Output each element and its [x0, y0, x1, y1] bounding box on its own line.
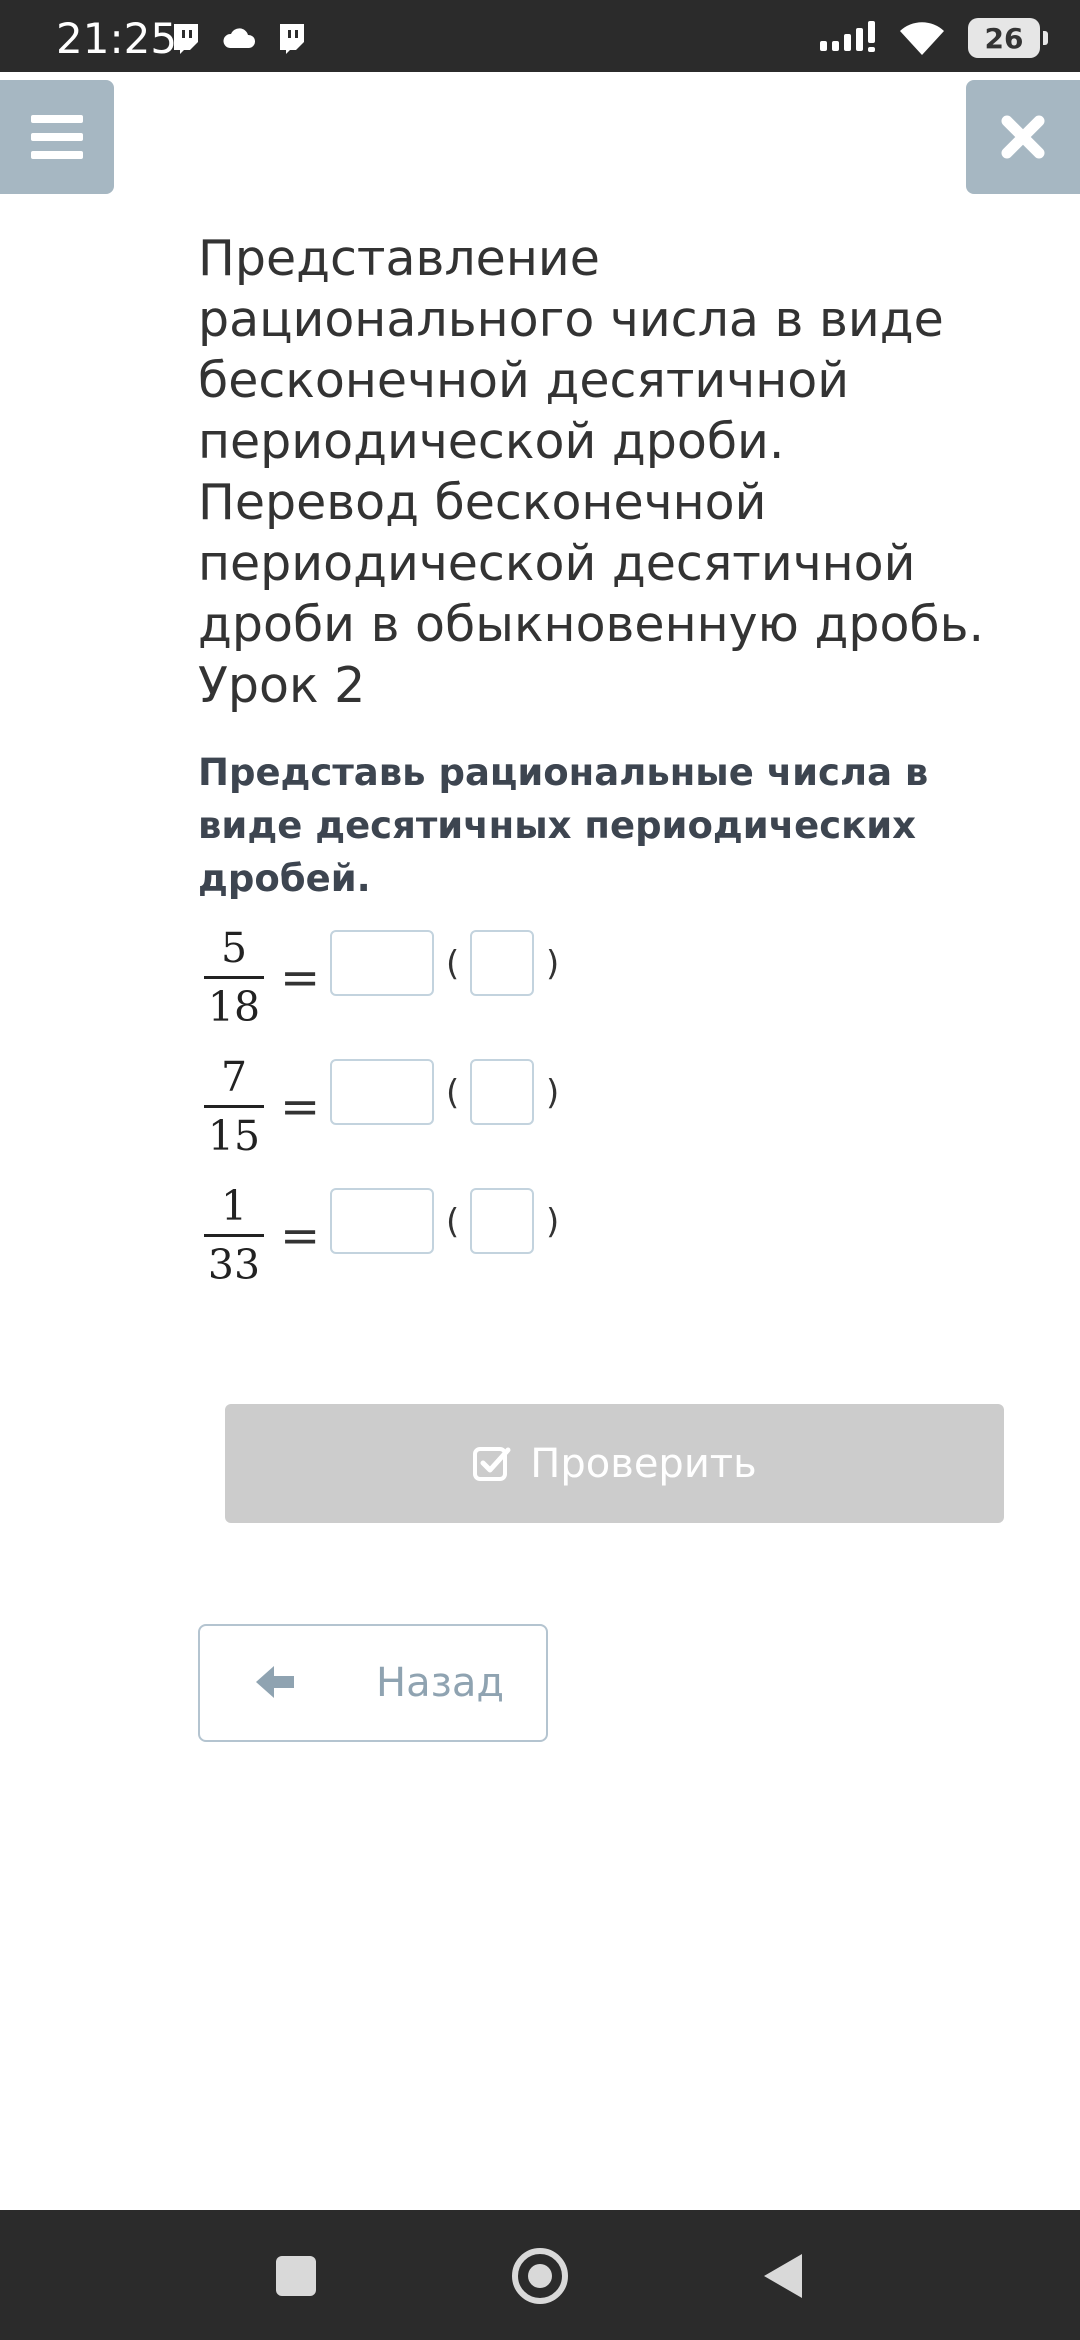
signal-icon: [820, 21, 875, 52]
battery-icon: 26: [968, 18, 1048, 58]
open-paren: (: [446, 1073, 460, 1113]
equation-row: 5 18 = ( ): [198, 922, 698, 1032]
fraction: 5 18: [204, 922, 264, 1033]
decimal-input[interactable]: [330, 1059, 434, 1125]
checkbox-check-icon: [473, 1446, 511, 1481]
equals-sign: =: [280, 950, 321, 1006]
numerator: 7: [220, 1053, 248, 1101]
home-button[interactable]: [512, 2248, 568, 2304]
open-paren: (: [446, 1202, 460, 1242]
open-paren: (: [446, 944, 460, 984]
back-button-label: Назад: [376, 1660, 505, 1706]
twitch-icon: [280, 24, 304, 54]
period-input[interactable]: [470, 1188, 534, 1254]
cloud-icon: [223, 28, 256, 48]
equation-row: 7 15 = ( ): [198, 1051, 698, 1161]
period-input[interactable]: [470, 1059, 534, 1125]
close-button[interactable]: [966, 80, 1080, 194]
fraction-bar: [204, 976, 264, 979]
lesson-title: Представление рационального числа в виде…: [198, 230, 985, 714]
wifi-icon: [900, 22, 944, 55]
fraction-bar: [204, 1234, 264, 1237]
equals-sign: =: [280, 1208, 321, 1264]
system-back-button[interactable]: [764, 2254, 802, 2298]
status-time: 21:25: [56, 14, 178, 63]
denominator: 15: [207, 1112, 261, 1160]
status-bar: 21:25 26: [0, 0, 1080, 72]
denominator: 18: [207, 983, 261, 1031]
system-icons: 26: [820, 18, 1048, 58]
hamburger-menu-icon: [31, 115, 83, 159]
close-paren: ): [546, 1202, 560, 1242]
check-button[interactable]: Проверить: [225, 1404, 1004, 1523]
menu-button[interactable]: [0, 80, 114, 194]
close-paren: ): [546, 1073, 560, 1113]
arrow-left-icon: [256, 1666, 294, 1698]
fraction: 1 33: [204, 1180, 264, 1291]
decimal-input[interactable]: [330, 930, 434, 996]
decimal-input[interactable]: [330, 1188, 434, 1254]
fraction: 7 15: [204, 1051, 264, 1162]
denominator: 33: [207, 1241, 261, 1289]
fraction-bar: [204, 1105, 264, 1108]
numerator: 5: [220, 924, 248, 972]
numerator: 1: [220, 1182, 248, 1230]
task-instruction: Представь рациональные числа в виде деся…: [198, 751, 929, 900]
check-button-label: Проверить: [530, 1440, 757, 1487]
period-input[interactable]: [470, 930, 534, 996]
close-paren: ): [546, 944, 560, 984]
battery-level: 26: [984, 21, 1024, 55]
equation-row: 1 33 = ( ): [198, 1180, 698, 1290]
twitch-icon: [174, 24, 198, 54]
navigation-bar: [0, 2210, 1080, 2340]
back-button[interactable]: Назад: [198, 1624, 548, 1742]
recent-apps-button[interactable]: [276, 2256, 316, 2296]
notification-icons: [170, 22, 308, 54]
close-icon: [1001, 115, 1045, 159]
equals-sign: =: [280, 1079, 321, 1135]
